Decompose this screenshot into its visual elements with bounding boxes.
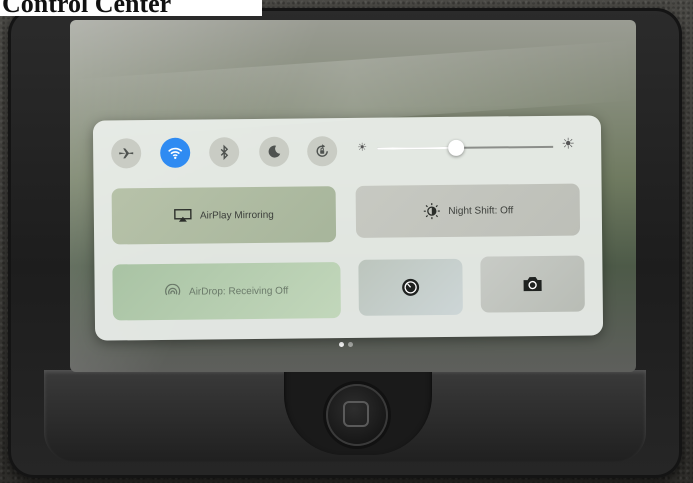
timer-button[interactable] [358,258,463,316]
brightness-thumb[interactable] [448,139,465,156]
page-title: Control Center [0,0,262,16]
home-square-icon [343,401,369,427]
control-center-panel: ☀ ☀ AirPlay Mirroring Night Shift: Off A… [92,115,604,341]
airplane-icon [119,148,134,159]
do-not-disturb-toggle[interactable] [259,136,290,167]
page-dot [348,342,353,347]
bluetooth-toggle[interactable] [209,137,240,168]
brightness-slider[interactable] [377,139,554,156]
airdrop-button[interactable]: AirDrop: Receiving Off [112,262,341,321]
bluetooth-icon [220,144,229,160]
airplay-label: AirPlay Mirroring [199,209,274,222]
moon-icon [268,145,281,158]
wifi-icon [168,147,183,160]
night-shift-button[interactable]: Night Shift: Off [355,183,581,238]
airdrop-icon [165,283,181,296]
rotation-lock-toggle[interactable] [307,136,338,167]
camera-icon [523,277,542,292]
home-button[interactable] [326,384,388,446]
rotation-lock-icon [316,144,328,157]
airplay-icon [174,208,192,222]
timer-icon [402,278,420,296]
sun-large-icon: ☀ [561,135,575,153]
airplay-mirroring-button[interactable]: AirPlay Mirroring [111,186,337,245]
brightness-fill [377,146,457,150]
page-indicator[interactable] [339,342,353,347]
page-dot [339,342,344,347]
airdrop-label: AirDrop: Receiving Off [188,285,289,298]
airplane-mode-toggle[interactable] [111,138,142,169]
night-shift-label: Night Shift: Off [448,204,514,217]
wifi-toggle[interactable] [160,137,191,168]
camera-button[interactable] [480,255,585,313]
sun-small-icon: ☀ [357,141,368,154]
night-shift-icon [423,203,440,220]
